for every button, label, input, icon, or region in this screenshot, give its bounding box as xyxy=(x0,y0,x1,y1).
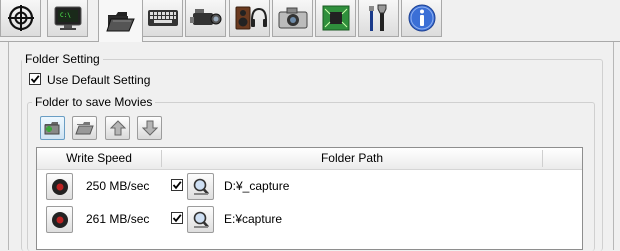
tab-tools[interactable] xyxy=(358,0,399,37)
info-icon xyxy=(408,4,435,32)
column-write-speed[interactable]: Write Speed xyxy=(37,148,161,169)
magnifier-icon xyxy=(193,211,209,228)
browse-folder-button[interactable] xyxy=(187,173,214,200)
list-header: Write Speed Folder Path xyxy=(37,148,582,170)
use-default-checkbox[interactable] xyxy=(29,73,41,85)
browse-folder-button[interactable] xyxy=(187,206,214,233)
tab-video[interactable] xyxy=(185,0,226,37)
check-mark-icon xyxy=(172,181,182,190)
tab-hardware[interactable] xyxy=(315,0,356,37)
write-speed-value: 250 MB/sec xyxy=(86,179,150,193)
movies-group-title: Folder to save Movies xyxy=(32,95,156,109)
path-enabled-checkbox[interactable] xyxy=(171,179,183,191)
speed-test-button[interactable] xyxy=(46,173,73,200)
check-mark-icon xyxy=(30,75,40,84)
folder-setting-title: Folder Setting xyxy=(22,52,103,66)
tab-general[interactable] xyxy=(0,0,41,37)
tab-audio[interactable] xyxy=(229,0,270,37)
arrow-down-icon xyxy=(141,120,158,136)
folder-path-value: E:¥capture xyxy=(224,212,283,226)
record-icon xyxy=(51,211,68,228)
keyboard-icon xyxy=(147,10,178,26)
write-speed-value: 261 MB/sec xyxy=(86,212,150,226)
folder-list[interactable]: Write Speed Folder Path 250 MB/sec D:¥_c… xyxy=(36,147,583,250)
camcorder-icon xyxy=(189,9,221,25)
add-folder-button[interactable] xyxy=(40,116,65,140)
speaker-headphones-icon xyxy=(235,6,267,30)
tab-keyboard[interactable] xyxy=(142,0,183,37)
tab-about[interactable] xyxy=(401,0,442,37)
tools-icon xyxy=(368,4,386,31)
record-icon xyxy=(51,178,68,195)
magnifier-icon xyxy=(193,178,209,195)
arrow-up-icon xyxy=(109,120,126,136)
check-mark-icon xyxy=(172,214,182,223)
add-folder-icon xyxy=(44,122,59,135)
chip-icon xyxy=(322,5,349,31)
remove-folder-button[interactable] xyxy=(72,116,97,140)
path-enabled-checkbox[interactable] xyxy=(171,212,183,224)
folder-path-value: D:¥_capture xyxy=(224,179,290,193)
camera-icon xyxy=(278,7,307,29)
tab-strip: C:\ xyxy=(0,0,620,42)
tab-folder[interactable] xyxy=(98,0,143,42)
move-down-button[interactable] xyxy=(137,116,162,140)
use-default-label[interactable]: Use Default Setting xyxy=(47,73,150,87)
svg-text:C:\: C:\ xyxy=(60,12,71,19)
monitor-icon: C:\ xyxy=(54,6,81,30)
column-separator xyxy=(542,150,543,167)
column-folder-path[interactable]: Folder Path xyxy=(162,148,542,169)
tab-display[interactable]: C:\ xyxy=(47,0,88,37)
move-up-button[interactable] xyxy=(105,116,130,140)
folder-icon xyxy=(105,12,135,32)
crosshair-icon xyxy=(7,5,34,31)
remove-folder-icon xyxy=(74,122,94,135)
speed-test-button[interactable] xyxy=(46,206,73,233)
tab-snapshot[interactable] xyxy=(272,0,313,37)
